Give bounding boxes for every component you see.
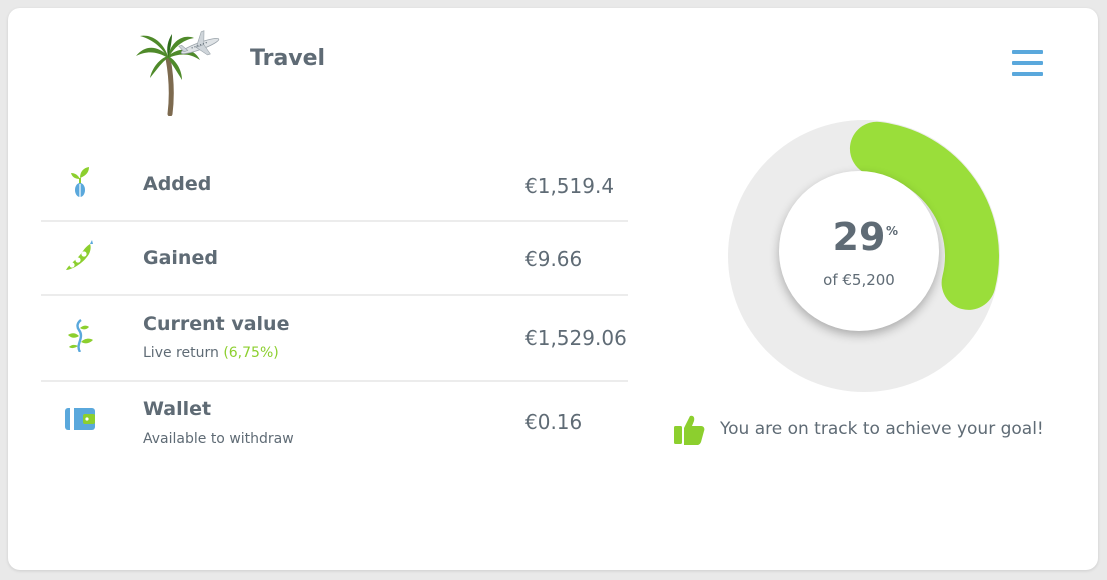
palm-tree-airplane-image <box>136 30 220 116</box>
hamburger-menu-icon[interactable] <box>1012 50 1043 78</box>
stat-row-gained: Gained €9.66 <box>41 222 628 296</box>
stat-sublabel: Live return (6,75%) <box>143 345 279 361</box>
pea-pod-icon <box>66 240 93 270</box>
status-message: You are on track to achieve your goal! <box>720 419 1044 439</box>
donut-center: 29 % of €5,200 <box>779 171 939 331</box>
stat-row-current-value: Current value Live return (6,75%) €1,529… <box>41 296 628 382</box>
seedling-icon <box>71 167 89 197</box>
menu-bar <box>1012 50 1043 54</box>
menu-bar <box>1012 61 1043 65</box>
percent-sign: % <box>886 224 899 238</box>
stat-label: Added <box>143 173 212 195</box>
stat-value: €0.16 <box>525 410 583 434</box>
stat-value: €1,519.4 <box>525 174 615 198</box>
stats-list: Added €1,519.4 Gained €9.66 Current valu… <box>41 140 628 466</box>
stat-label: Wallet <box>143 398 212 420</box>
growing-vine-icon <box>68 319 93 352</box>
progress-percent: 29 <box>832 215 886 259</box>
live-return-percent: (6,75%) <box>223 345 279 361</box>
stat-row-wallet: Wallet Available to withdraw €0.16 <box>41 382 628 466</box>
menu-bar <box>1012 72 1043 76</box>
goal-title: Travel <box>250 46 326 71</box>
stat-label: Gained <box>143 247 218 269</box>
thumbs-up-icon <box>674 415 705 445</box>
stat-sublabel: Available to withdraw <box>143 431 294 447</box>
wallet-icon <box>65 408 95 430</box>
progress-target: of €5,200 <box>823 271 895 289</box>
stat-label: Current value <box>143 313 290 335</box>
stat-row-added: Added €1,519.4 <box>41 140 628 222</box>
stat-value: €9.66 <box>525 247 583 271</box>
live-return-label: Live return <box>143 345 219 361</box>
stat-value: €1,529.06 <box>525 326 627 350</box>
